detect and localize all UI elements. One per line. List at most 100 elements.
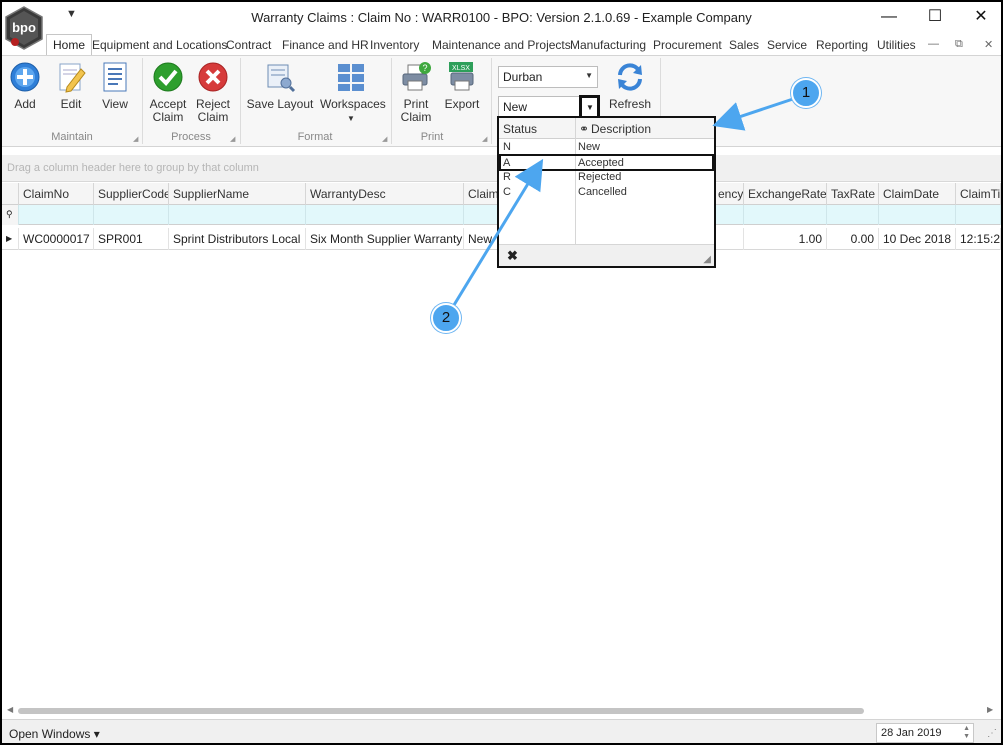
column-header-claimno[interactable]: ClaimNo (19, 183, 94, 205)
mdi-close-button[interactable]: ✕ (984, 38, 993, 51)
status-description: New (578, 141, 601, 153)
group-by-hint: Drag a column header here to group by th… (7, 162, 259, 174)
reject-claim-label-2: Claim (197, 110, 229, 124)
workspaces-label: Workspaces (320, 97, 386, 111)
column-header-claimdate[interactable]: ClaimDate (879, 183, 956, 205)
mdi-restore-button[interactable]: ⧉ (955, 38, 963, 51)
accept-claim-button[interactable]: Accept Claim (148, 61, 188, 124)
status-combo[interactable]: New (498, 96, 580, 118)
date-field[interactable]: 28 Jan 2019 ▲ ▼ (876, 723, 974, 743)
tab-manufacturing[interactable]: Manufacturing (570, 38, 646, 52)
svg-text:?: ? (422, 63, 427, 73)
filter-cell[interactable] (879, 205, 956, 225)
status-dropdown-popup: Status ⚭ Description N New A Accepted R … (497, 116, 716, 268)
print-launcher-icon[interactable]: ◢ (482, 135, 487, 143)
binoculars-icon: ⚭ (579, 122, 590, 136)
workspaces-button[interactable]: Workspaces ▼ (320, 61, 386, 125)
accept-claim-label-1: Accept (149, 97, 187, 111)
mdi-minimize-button[interactable]: — (928, 38, 939, 50)
filter-cell[interactable] (306, 205, 464, 225)
list-item[interactable]: C Cancelled (499, 185, 714, 200)
filter-cell[interactable] (94, 205, 169, 225)
edit-button[interactable]: Edit (54, 61, 88, 111)
cell-claimdate[interactable]: 10 Dec 2018 (879, 228, 956, 250)
cell-taxrate[interactable]: 0.00 (827, 228, 879, 250)
status-description: Rejected (578, 171, 622, 183)
spin-icon[interactable]: ▲ ▼ (963, 725, 970, 741)
cell-warrantydesc[interactable]: Six Month Supplier Warranty (306, 228, 464, 250)
horizontal-scrollbar[interactable]: ◀ ▶ (2, 705, 1001, 717)
format-launcher-icon[interactable]: ◢ (382, 135, 387, 143)
list-item[interactable]: N New (499, 140, 714, 155)
status-code: C (503, 186, 511, 198)
close-window-button[interactable]: ✕ (966, 6, 996, 28)
maximize-button[interactable]: ☐ (920, 6, 950, 28)
tab-contract[interactable]: Contract (226, 38, 271, 52)
resize-grip-icon[interactable]: ⋰ (987, 728, 997, 739)
refresh-icon (618, 63, 642, 91)
cell-exchangerate[interactable]: 1.00 (744, 228, 827, 250)
list-item[interactable]: R Rejected (499, 170, 714, 185)
filter-cell[interactable] (19, 205, 94, 225)
process-group-label: Process (171, 131, 211, 143)
list-item[interactable]: A Accepted (499, 154, 714, 171)
filter-cell[interactable] (744, 205, 827, 225)
resize-grip-icon[interactable]: ◢ (703, 254, 711, 265)
column-header-taxrate[interactable]: TaxRate (827, 183, 879, 205)
refresh-button[interactable]: Refresh (606, 61, 654, 111)
cell-suppliername[interactable]: Sprint Distributors Local (169, 228, 306, 250)
tab-utilities[interactable]: Utilities (877, 38, 916, 52)
tab-service[interactable]: Service (767, 38, 807, 52)
open-windows-button[interactable]: Open Windows ▾ (9, 727, 100, 741)
refresh-label: Refresh (608, 97, 652, 111)
save-layout-button[interactable]: Save Layout (246, 61, 314, 111)
status-code: A (503, 157, 511, 169)
maintain-launcher-icon[interactable]: ◢ (133, 135, 138, 143)
filter-cell[interactable] (714, 205, 744, 225)
column-header-claimtime[interactable]: ClaimTime (956, 183, 1001, 205)
view-button[interactable]: View (98, 61, 132, 111)
scroll-left-icon[interactable]: ◀ (7, 705, 13, 714)
filter-cell[interactable] (169, 205, 306, 225)
print-claim-button[interactable]: ? Print Claim (398, 61, 434, 124)
column-header-suppliername[interactable]: SupplierName (169, 183, 306, 205)
export-button[interactable]: XLSX Export (442, 61, 482, 111)
cell-currency[interactable] (714, 228, 744, 250)
reject-claim-button[interactable]: Reject Claim (194, 61, 232, 124)
tab-reporting[interactable]: Reporting (816, 38, 868, 52)
tab-inventory[interactable]: Inventory (370, 38, 419, 52)
process-launcher-icon[interactable]: ◢ (230, 135, 235, 143)
print-claim-label-1: Print (403, 97, 429, 111)
date-value: 28 Jan 2019 (881, 727, 942, 739)
row-indicator-header (2, 183, 19, 205)
print-claim-label-2: Claim (400, 110, 432, 124)
tab-sales[interactable]: Sales (729, 38, 759, 52)
add-label: Add (14, 97, 36, 111)
minimize-button[interactable]: — (874, 6, 904, 28)
column-header-exchangerate[interactable]: ExchangeRate (744, 183, 827, 205)
filter-cell[interactable] (956, 205, 1001, 225)
tab-finance-and-hr[interactable]: Finance and HR (282, 38, 369, 52)
ribbon-tabs: Home Equipment and Locations Contract Fi… (2, 34, 1001, 56)
bpo-logo[interactable]: bpo (4, 5, 44, 53)
filter-cell[interactable] (827, 205, 879, 225)
column-header-suppliercode[interactable]: SupplierCode (94, 183, 169, 205)
chevron-down-icon[interactable]: ▼ (585, 71, 593, 80)
column-header-warrantydesc[interactable]: WarrantyDesc (306, 183, 464, 205)
close-icon[interactable]: ✖ (507, 248, 518, 264)
add-button[interactable]: Add (8, 61, 42, 111)
column-header-currency[interactable]: ency (714, 183, 744, 205)
scroll-right-icon[interactable]: ▶ (987, 705, 993, 714)
tab-maintenance-and-projects[interactable]: Maintenance and Projects (432, 38, 571, 52)
tab-equipment-and-locations[interactable]: Equipment and Locations (92, 38, 227, 52)
cell-claimno[interactable]: WC0000017 (19, 228, 94, 250)
cell-suppliercode[interactable]: SPR001 (94, 228, 169, 250)
status-description: Accepted (578, 157, 624, 169)
tab-home[interactable]: Home (46, 34, 93, 56)
site-combo[interactable]: Durban ▼ (498, 66, 598, 88)
cell-claimtime[interactable]: 12:15:20 (956, 228, 1001, 250)
scrollbar-thumb[interactable] (18, 708, 864, 714)
tab-procurement[interactable]: Procurement (653, 38, 722, 52)
window-title: Warranty Claims : Claim No : WARR0100 - … (251, 10, 752, 25)
chevron-down-icon: ▼ (347, 114, 355, 123)
